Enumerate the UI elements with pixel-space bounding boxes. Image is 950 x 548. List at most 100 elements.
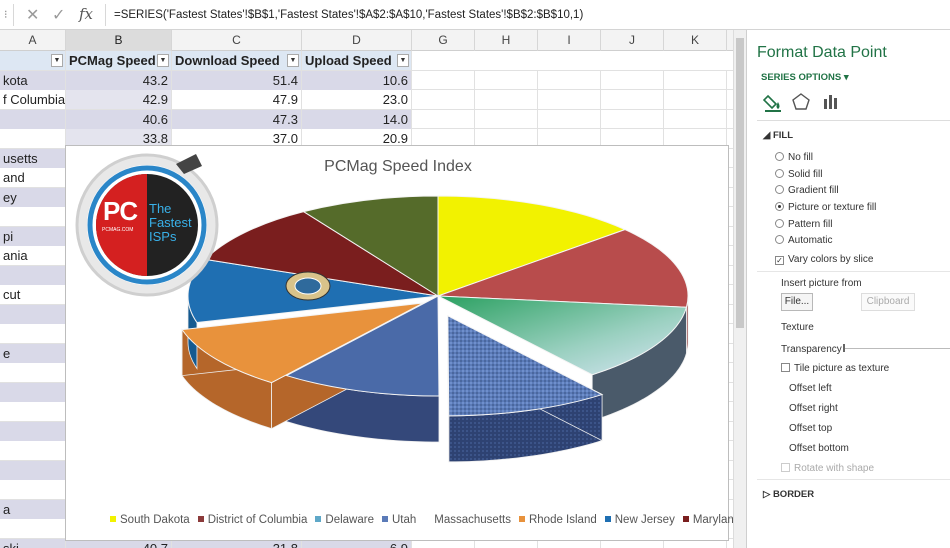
table-cell[interactable] bbox=[0, 421, 66, 441]
table-cell[interactable] bbox=[601, 70, 664, 90]
table-cell[interactable] bbox=[601, 90, 664, 109]
column-header-k[interactable]: K bbox=[664, 30, 727, 51]
table-cell[interactable] bbox=[0, 402, 66, 421]
radio-button[interactable] bbox=[775, 152, 784, 161]
legend-entry[interactable]: Maryland bbox=[682, 514, 740, 526]
table-header-cell[interactable]: ▼ bbox=[0, 51, 66, 70]
table-cell[interactable] bbox=[412, 90, 475, 109]
checkbox[interactable] bbox=[781, 463, 790, 472]
formula-bar-grip[interactable]: ⁝ bbox=[4, 8, 8, 21]
vary-colors-checkbox[interactable]: ✓ Vary colors by slice bbox=[775, 254, 873, 265]
table-cell[interactable]: usetts bbox=[0, 148, 66, 168]
table-cell[interactable] bbox=[0, 460, 66, 480]
fill-line-tab-icon[interactable] bbox=[763, 92, 783, 112]
table-cell[interactable] bbox=[475, 109, 538, 129]
clipboard-button[interactable]: Clipboard bbox=[861, 293, 915, 311]
table-cell[interactable]: f Columbia bbox=[0, 90, 66, 109]
pattern-fill-option[interactable]: Pattern fill bbox=[775, 219, 832, 230]
table-cell[interactable]: 23.0 bbox=[302, 90, 412, 109]
column-header-j[interactable]: J bbox=[601, 30, 664, 51]
table-cell[interactable]: 51.4 bbox=[172, 70, 302, 90]
column-header-c[interactable]: C bbox=[172, 30, 302, 51]
table-cell[interactable] bbox=[412, 70, 475, 90]
table-cell[interactable]: 14.0 bbox=[302, 109, 412, 129]
transparency-slider[interactable] bbox=[843, 348, 950, 349]
radio-button[interactable] bbox=[775, 185, 784, 194]
effects-tab-icon[interactable] bbox=[791, 92, 811, 112]
table-cell[interactable] bbox=[0, 265, 66, 285]
table-header-cell[interactable]: Upload Speed ▼ bbox=[302, 51, 412, 70]
column-header-g[interactable]: G bbox=[412, 30, 475, 51]
legend-entry[interactable]: Delaware bbox=[315, 514, 374, 526]
filter-dropdown-icon[interactable]: ▼ bbox=[287, 54, 299, 67]
table-cell[interactable] bbox=[538, 70, 601, 90]
column-header-h[interactable]: H bbox=[475, 30, 538, 51]
checkbox[interactable] bbox=[781, 363, 790, 372]
solid-fill-option[interactable]: Solid fill bbox=[775, 169, 822, 180]
table-cell[interactable]: cut bbox=[0, 285, 66, 304]
table-cell[interactable]: e bbox=[0, 343, 66, 363]
column-header-a[interactable]: A bbox=[0, 30, 66, 51]
legend-entry[interactable]: Rhode Island bbox=[518, 514, 597, 526]
legend-entry[interactable]: South Dakota bbox=[110, 514, 190, 526]
table-cell[interactable] bbox=[475, 70, 538, 90]
column-header-d[interactable]: D bbox=[302, 30, 412, 51]
table-cell[interactable] bbox=[0, 304, 66, 324]
checkmark-icon[interactable]: ✓ bbox=[775, 256, 784, 265]
table-cell[interactable] bbox=[0, 129, 66, 148]
table-cell[interactable] bbox=[0, 109, 66, 129]
table-cell[interactable]: 10.6 bbox=[302, 70, 412, 90]
picture-texture-fill-option[interactable]: Picture or texture fill bbox=[775, 202, 876, 213]
file-button[interactable]: File... bbox=[781, 293, 813, 311]
cancel-icon[interactable]: ✕ bbox=[26, 5, 39, 25]
table-header-cell[interactable]: Download Speed ▼ bbox=[172, 51, 302, 70]
table-cell[interactable]: 42.9 bbox=[66, 90, 172, 109]
radio-button[interactable] bbox=[775, 235, 784, 244]
table-cell[interactable]: 47.3 bbox=[172, 109, 302, 129]
fill-section-header[interactable]: ◢ FILL bbox=[763, 130, 793, 141]
table-cell[interactable] bbox=[664, 109, 727, 129]
series-options-dropdown[interactable]: SERIES OPTIONS ▾ bbox=[761, 72, 849, 83]
chart-legend[interactable]: South Dakota District of Columbia Delaware… bbox=[110, 514, 776, 526]
table-cell[interactable]: 40.6 bbox=[66, 109, 172, 129]
tile-picture-checkbox[interactable]: Tile picture as texture bbox=[781, 363, 889, 374]
filter-dropdown-icon[interactable]: ▼ bbox=[157, 54, 169, 67]
legend-entry[interactable]: Utah bbox=[381, 514, 416, 526]
table-cell[interactable]: ski bbox=[0, 538, 66, 548]
table-cell[interactable] bbox=[664, 90, 727, 109]
column-header-i[interactable]: I bbox=[538, 30, 601, 51]
vertical-scrollbar[interactable] bbox=[733, 30, 746, 548]
filter-dropdown-icon[interactable]: ▼ bbox=[51, 54, 63, 67]
border-section-header[interactable]: ▷ BORDER bbox=[763, 489, 814, 500]
table-cell[interactable]: a bbox=[0, 499, 66, 519]
table-cell[interactable]: kota bbox=[0, 70, 66, 90]
table-cell[interactable]: 47.9 bbox=[172, 90, 302, 109]
table-cell[interactable] bbox=[601, 109, 664, 129]
radio-button[interactable] bbox=[775, 202, 784, 211]
table-header-cell[interactable]: PCMag Speed ▼ bbox=[66, 51, 172, 70]
table-cell[interactable] bbox=[0, 363, 66, 382]
radio-button[interactable] bbox=[775, 169, 784, 178]
table-cell[interactable] bbox=[664, 70, 727, 90]
automatic-fill-option[interactable]: Automatic bbox=[775, 235, 832, 246]
table-cell[interactable] bbox=[0, 480, 66, 499]
table-cell[interactable] bbox=[475, 90, 538, 109]
transparency-slider-thumb[interactable] bbox=[843, 344, 845, 352]
table-cell[interactable]: ania bbox=[0, 246, 66, 265]
insert-function-icon[interactable]: fx bbox=[79, 5, 93, 23]
table-cell[interactable] bbox=[0, 382, 66, 402]
table-cell[interactable] bbox=[0, 519, 66, 538]
legend-entry[interactable]: Massachusetts bbox=[424, 514, 511, 526]
rotate-with-shape-checkbox[interactable]: Rotate with shape bbox=[781, 463, 874, 474]
table-cell[interactable] bbox=[538, 109, 601, 129]
gradient-fill-option[interactable]: Gradient fill bbox=[775, 185, 839, 196]
table-cell[interactable]: and bbox=[0, 168, 66, 187]
formula-input[interactable]: =SERIES('Fastest States'!$B$1,'Fastest S… bbox=[114, 9, 583, 21]
table-cell[interactable] bbox=[412, 109, 475, 129]
table-cell[interactable] bbox=[538, 90, 601, 109]
enter-icon[interactable]: ✓ bbox=[52, 5, 65, 25]
table-cell[interactable]: pi bbox=[0, 226, 66, 246]
table-cell[interactable]: ey bbox=[0, 187, 66, 207]
table-cell[interactable]: 43.2 bbox=[66, 70, 172, 90]
table-cell[interactable] bbox=[0, 207, 66, 226]
